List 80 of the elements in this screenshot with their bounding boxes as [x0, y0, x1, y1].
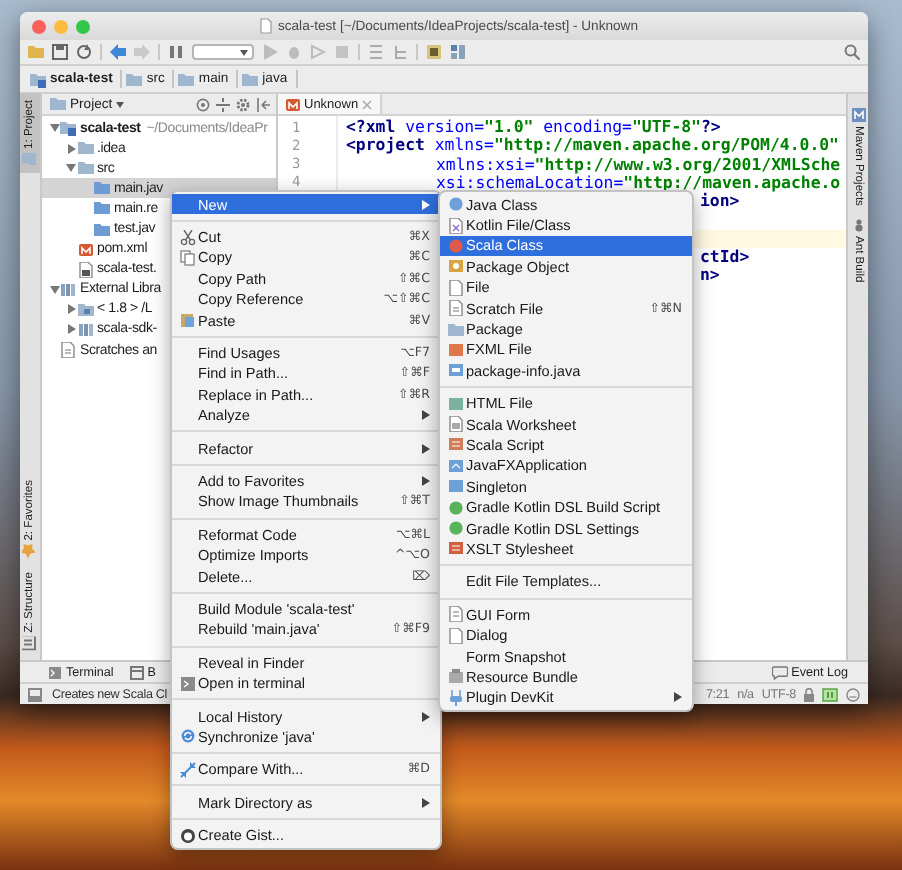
build-icon[interactable]: [168, 44, 184, 60]
plug-icon: [447, 689, 463, 706]
folder-icon[interactable]: [28, 44, 44, 60]
hide-icon[interactable]: [256, 97, 270, 111]
file-icon: [447, 217, 463, 234]
folder-icon: [23, 153, 37, 167]
maven-icon: [851, 108, 865, 122]
code-line: <?xml version="1.0" encoding="UTF-8"?>: [346, 118, 721, 137]
window-icon: [129, 665, 144, 679]
file-icon: [77, 261, 93, 278]
folder-icon: [126, 71, 143, 87]
module-folder-icon: [60, 120, 76, 137]
square-icon[interactable]: [822, 687, 838, 701]
circle-icon: [447, 237, 463, 254]
run-icon[interactable]: [262, 44, 278, 60]
search-icon[interactable]: [844, 44, 860, 60]
file-icon: [286, 97, 300, 111]
caret-icon: [116, 101, 125, 107]
folder-icon: [178, 71, 195, 87]
zoom-button[interactable]: [76, 19, 90, 33]
gear-icon[interactable]: [236, 97, 250, 111]
copy-icon: [179, 249, 195, 266]
sync-icon: [179, 728, 195, 745]
code-line: <project xmlns="http://maven.apache.org/POM/4.0.0": [346, 136, 839, 155]
project-icon: [50, 96, 66, 112]
code-line: n>: [700, 266, 720, 285]
structure-icon: [23, 636, 37, 650]
face-icon[interactable]: [846, 687, 860, 701]
bundle-icon: [447, 668, 463, 685]
caret-icon: [240, 49, 248, 55]
hierarchy-icon[interactable]: [392, 44, 408, 60]
document-icon: [60, 342, 76, 359]
circle-icon: [447, 196, 463, 213]
sync-icon[interactable]: [76, 44, 92, 60]
speech-bubble-icon: [771, 665, 788, 679]
folder-icon: [77, 301, 93, 318]
folder-icon: [242, 71, 259, 87]
close-button[interactable]: [32, 19, 46, 33]
file-icon: [447, 478, 463, 495]
form-icon: [447, 606, 463, 623]
library-icon: [60, 281, 76, 298]
dot-icon: [447, 499, 463, 516]
scissors-icon: [179, 229, 195, 246]
package-icon: [447, 258, 463, 275]
sdk-icon[interactable]: [426, 44, 442, 60]
folder-icon: [447, 321, 463, 338]
coverage-icon[interactable]: [310, 44, 326, 60]
star-icon: [23, 545, 37, 560]
project-structure-icon[interactable]: [450, 44, 466, 60]
paste-icon: [179, 312, 195, 329]
dot-icon: [447, 520, 463, 537]
file-icon: [447, 436, 463, 453]
file-icon: [447, 457, 463, 474]
back-arrow-icon[interactable]: [110, 44, 126, 60]
ant-icon: [851, 217, 865, 232]
form-icon: [447, 627, 463, 644]
code-line: xmlns:xsi="http://www.w3.org/2001/XMLSche: [436, 155, 841, 174]
library-icon: [77, 321, 93, 338]
target-icon[interactable]: [196, 97, 210, 111]
structure-icon[interactable]: [368, 44, 384, 60]
document-icon: [259, 18, 272, 34]
terminal-icon: [179, 675, 195, 692]
file-icon: [447, 300, 463, 317]
file-icon: [77, 241, 93, 258]
close-icon[interactable]: [362, 99, 373, 109]
module-folder-icon: [30, 71, 46, 87]
lock-icon[interactable]: [804, 687, 814, 701]
file-icon: [447, 540, 463, 557]
run-configuration-dropdown[interactable]: [192, 44, 254, 60]
compare-icon: [179, 761, 195, 778]
file-icon: [447, 416, 463, 433]
code-line: ctId>: [700, 247, 750, 266]
collapse-icon[interactable]: [216, 97, 230, 111]
save-icon[interactable]: [52, 44, 68, 60]
file-icon: [447, 279, 463, 296]
terminal-icon: [48, 665, 62, 679]
debug-icon[interactable]: [286, 44, 302, 60]
panel-toggle-icon[interactable]: [28, 687, 42, 701]
code-line: ion>: [700, 192, 740, 211]
code-line: xsi:schemaLocation="http://maven.apache.o: [436, 173, 841, 192]
